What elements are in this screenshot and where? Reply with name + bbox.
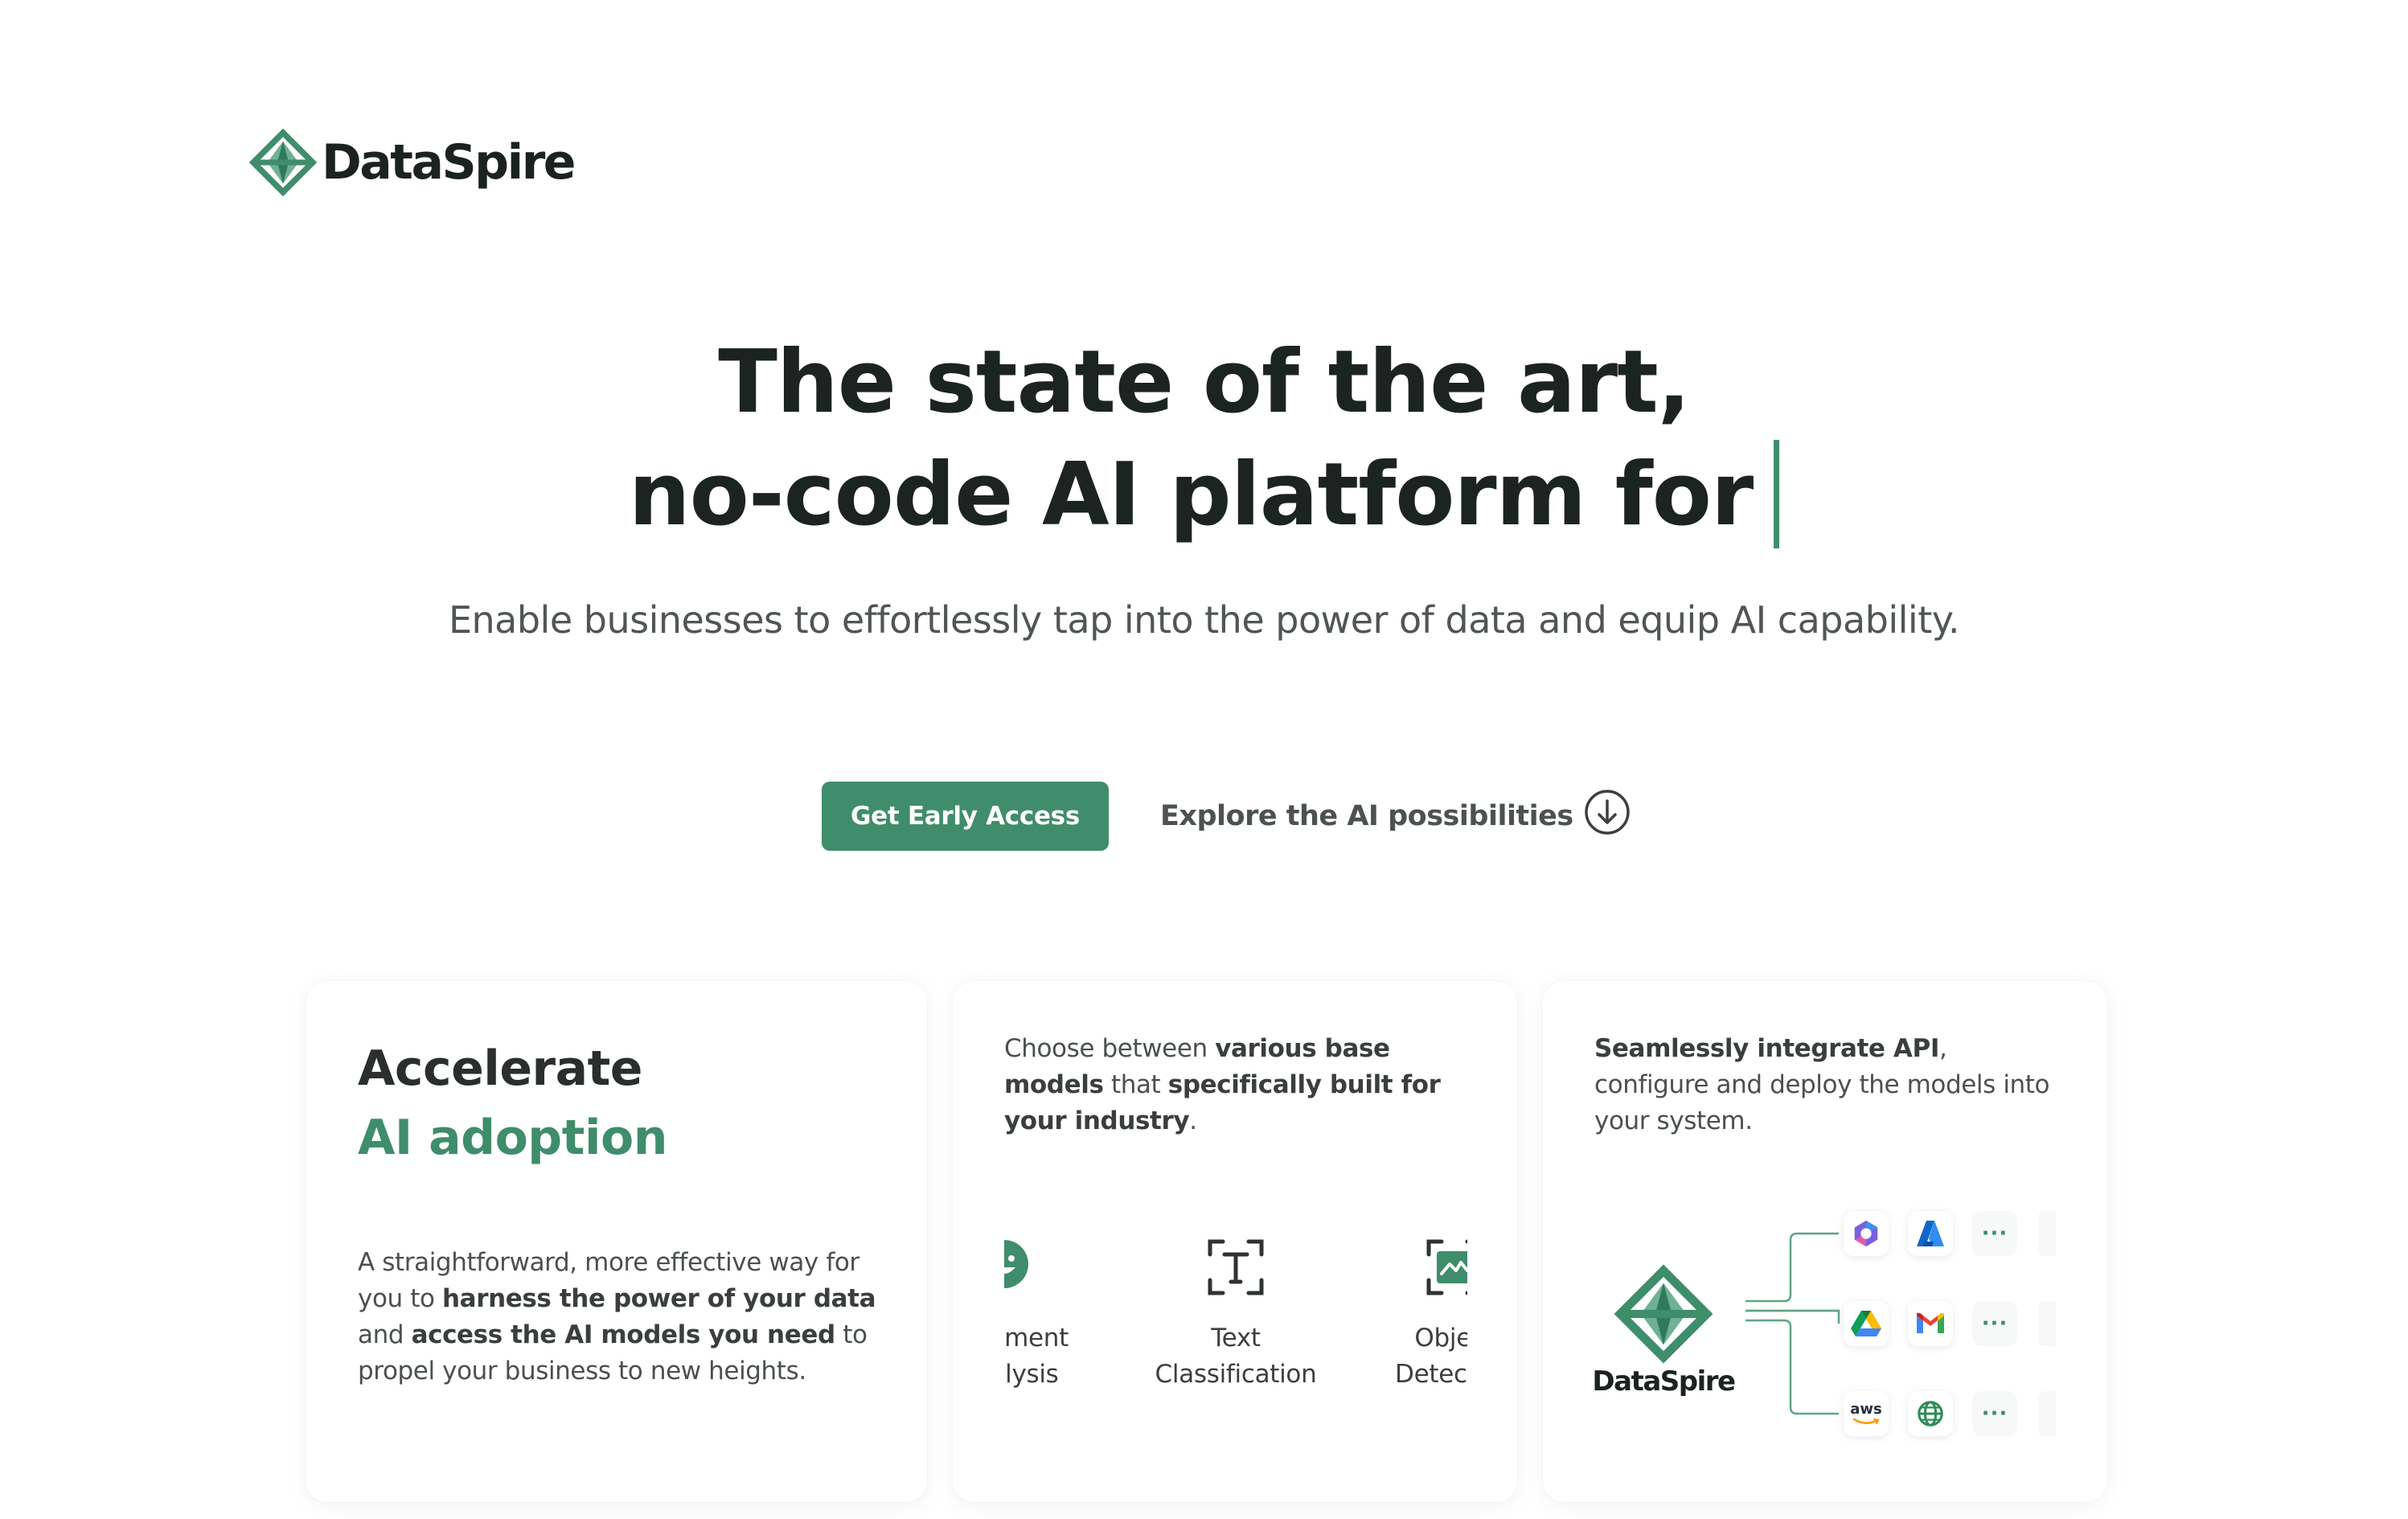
model-object-detection[interactable]: Object Detection bbox=[1334, 1238, 1467, 1393]
integration-diagram: DataSpire ··· ··· aws ··· bbox=[1543, 1190, 2107, 1480]
body-text-bold: harness the power of your data bbox=[442, 1284, 876, 1313]
carousel-peek-tile bbox=[2038, 1301, 2056, 1346]
arrow-down-circle-icon bbox=[1584, 790, 1630, 835]
explore-possibilities-link[interactable]: Explore the AI possibilities bbox=[1160, 780, 1631, 852]
card-base-models-body: Choose between various base models that … bbox=[1004, 1031, 1471, 1139]
microsoft-copilot-icon bbox=[1854, 1220, 1878, 1247]
model-carousel[interactable]: timent alysis Text Classification bbox=[1004, 1238, 1467, 1464]
brand-name: DataSpire bbox=[322, 134, 576, 191]
azure-tile[interactable] bbox=[1908, 1211, 1953, 1256]
hero-title-line-2-text: no-code AI platform for bbox=[628, 445, 1754, 545]
gmail-tile[interactable] bbox=[1908, 1301, 1953, 1346]
image-scan-icon bbox=[1426, 1239, 1467, 1295]
card-base-models: Choose between various base models that … bbox=[953, 981, 1517, 1502]
hero-title-line-2: no-code AI platform for bbox=[0, 439, 2408, 552]
more-integrations-tile[interactable]: ··· bbox=[1972, 1391, 2017, 1436]
model-label-line-1: Text bbox=[1211, 1324, 1261, 1353]
body-text: . bbox=[1189, 1106, 1197, 1135]
google-drive-tile[interactable] bbox=[1844, 1301, 1889, 1346]
more-integrations-tile[interactable]: ··· bbox=[1972, 1211, 2017, 1256]
card-accelerate-adoption: Accelerate AI adoption A straightforward… bbox=[306, 981, 927, 1502]
card-accelerate-title-dark: Accelerate bbox=[358, 1041, 642, 1097]
model-text-classification[interactable]: Text Classification bbox=[1115, 1238, 1356, 1393]
integration-logo-word: DataSpire bbox=[1592, 1365, 1736, 1398]
hero-title: The state of the art, no-code AI platfor… bbox=[0, 326, 2408, 552]
google-drive-icon bbox=[1851, 1311, 1881, 1336]
model-label: Text Classification bbox=[1115, 1320, 1356, 1393]
model-label: Object Detection bbox=[1334, 1320, 1467, 1393]
more-integrations-tile[interactable]: ··· bbox=[1972, 1301, 2017, 1346]
model-sentiment-analysis[interactable]: timent alysis bbox=[1004, 1238, 1125, 1393]
dataspire-logo-icon bbox=[1614, 1264, 1713, 1364]
globe-icon bbox=[1918, 1401, 1943, 1427]
smiley-face-icon bbox=[1004, 1240, 1028, 1288]
get-early-access-button[interactable]: Get Early Access bbox=[822, 782, 1109, 851]
body-text: and bbox=[358, 1320, 412, 1349]
integration-logo: DataSpire bbox=[1591, 1262, 1736, 1398]
card-integration: Seamlessly integrate API, configure and … bbox=[1543, 981, 2107, 1502]
dataspire-logo-icon bbox=[248, 128, 318, 197]
body-text: that bbox=[1103, 1070, 1168, 1099]
aws-tile[interactable]: aws bbox=[1844, 1391, 1889, 1436]
typing-caret bbox=[1774, 440, 1780, 548]
carousel-peek-tile bbox=[2038, 1211, 2056, 1256]
model-label-line-2: alysis bbox=[1004, 1360, 1059, 1389]
model-label: timent alysis bbox=[1004, 1320, 1125, 1393]
hero-title-line-1: The state of the art, bbox=[718, 332, 1691, 433]
body-text: Choose between bbox=[1004, 1034, 1216, 1063]
card-accelerate-title-green: AI adoption bbox=[358, 1110, 667, 1166]
explore-possibilities-label: Explore the AI possibilities bbox=[1160, 800, 1573, 832]
model-label-line-2: Classification bbox=[1155, 1360, 1317, 1389]
card-accelerate-title: Accelerate AI adoption bbox=[358, 1034, 667, 1172]
gmail-icon bbox=[1917, 1313, 1944, 1333]
body-text-bold: Seamlessly integrate API bbox=[1594, 1034, 1939, 1063]
brand-logo[interactable]: DataSpire bbox=[248, 127, 576, 198]
model-label-line-1: timent bbox=[1004, 1324, 1069, 1353]
aws-label: aws bbox=[1850, 1400, 1882, 1418]
card-accelerate-body: A straightforward, more effective way fo… bbox=[358, 1245, 880, 1390]
microsoft-copilot-tile[interactable] bbox=[1844, 1211, 1889, 1256]
body-text-bold: access the AI models you need bbox=[411, 1320, 836, 1349]
aws-icon: aws bbox=[1850, 1402, 1882, 1426]
carousel-peek-tile bbox=[2038, 1391, 2056, 1436]
globe-tile[interactable] bbox=[1908, 1391, 1953, 1436]
model-label-line-2: Detection bbox=[1395, 1360, 1467, 1389]
text-scan-icon bbox=[1208, 1239, 1264, 1295]
azure-icon bbox=[1917, 1221, 1944, 1246]
aws-smile-icon bbox=[1852, 1418, 1880, 1424]
hero-subtitle: Enable businesses to effortlessly tap in… bbox=[448, 598, 1960, 642]
card-integration-body: Seamlessly integrate API, configure and … bbox=[1594, 1031, 2061, 1139]
model-label-line-1: Object bbox=[1414, 1324, 1467, 1353]
